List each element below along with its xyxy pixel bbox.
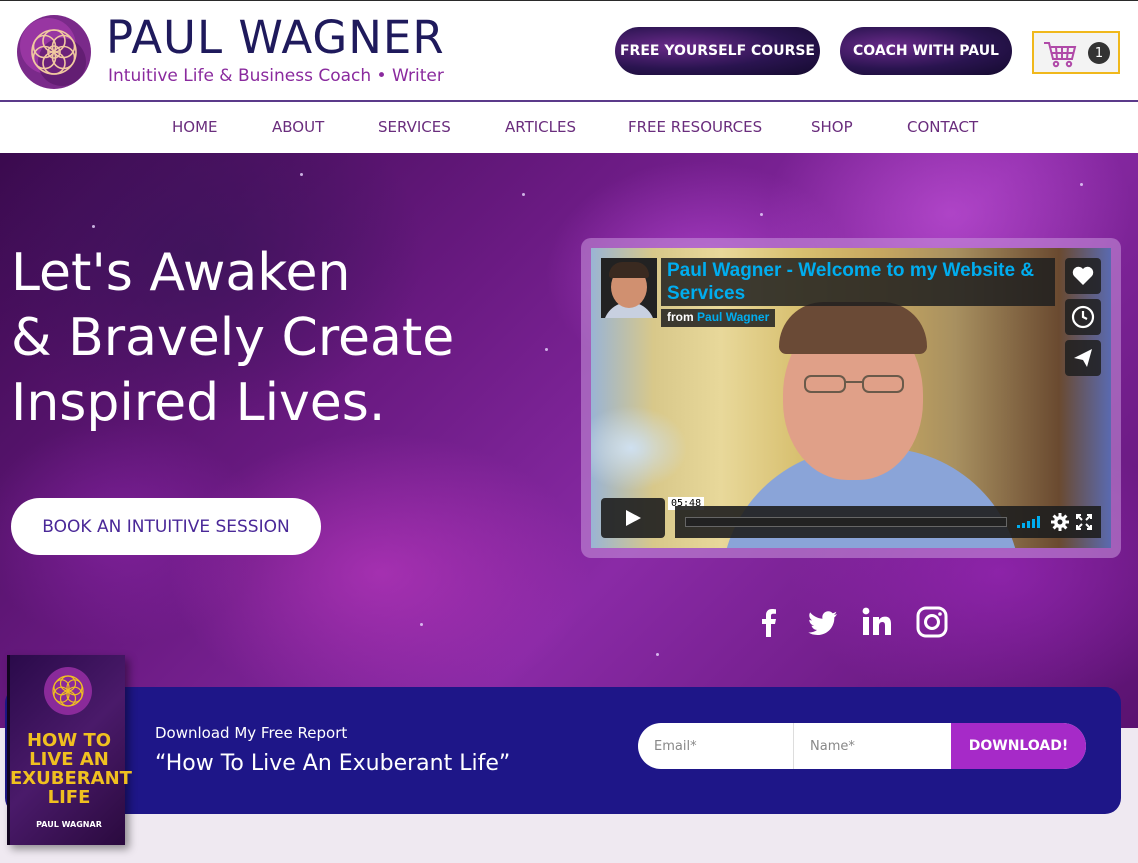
free-report-title: “How To Live An Exuberant Life” — [155, 751, 511, 776]
coach-with-paul-button[interactable]: COACH WITH PAUL — [840, 27, 1012, 75]
like-button[interactable] — [1065, 258, 1101, 294]
send-icon — [1074, 349, 1092, 367]
book-intuitive-session-button[interactable]: BOOK AN INTUITIVE SESSION — [11, 498, 321, 555]
nav-item-shop[interactable]: SHOP — [811, 118, 853, 136]
fullscreen-icon[interactable] — [1075, 513, 1093, 531]
book-author: PAUL WAGNAR — [36, 820, 102, 829]
book-cover: HOW TO LIVE AN EXUBERANT LIFE PAUL WAGNA… — [7, 655, 132, 845]
free-yourself-course-button[interactable]: FREE YOURSELF COURSE — [615, 27, 820, 75]
video-from-line: from Paul Wagner — [661, 309, 776, 327]
star — [760, 213, 763, 216]
video-author-avatar[interactable] — [601, 258, 657, 318]
twitter-icon[interactable] — [806, 605, 840, 639]
nav-item-home[interactable]: HOME — [172, 118, 218, 136]
book-title: HOW TO LIVE AN EXUBERANT LIFE — [10, 730, 132, 808]
heart-icon — [1072, 266, 1094, 285]
brand-name[interactable]: PAUL WAGNER — [106, 11, 445, 64]
star — [92, 225, 95, 228]
star — [1080, 183, 1083, 186]
volume-icon[interactable] — [1017, 516, 1041, 528]
site-header: PAUL WAGNER Intuitive Life & Business Co… — [0, 0, 1138, 102]
headline-line: & Bravely Create — [11, 308, 455, 368]
star — [522, 193, 525, 196]
video-progress-track[interactable] — [685, 517, 1007, 527]
mandala-logo-icon[interactable] — [14, 12, 94, 92]
nav-item-free-resources[interactable]: FREE RESOURCES — [628, 118, 762, 136]
settings-icon[interactable] — [1051, 513, 1069, 531]
cart-button[interactable]: 1 — [1032, 31, 1120, 74]
nav-item-about[interactable]: ABOUT — [272, 118, 324, 136]
video-person-hair — [779, 302, 927, 354]
play-icon — [626, 510, 641, 526]
hero-headline: Let's Awaken & Bravely Create Inspired L… — [11, 241, 551, 436]
star — [420, 623, 423, 626]
name-field[interactable] — [794, 723, 951, 769]
glasses-graphic — [804, 375, 904, 393]
nav-item-services[interactable]: SERVICES — [378, 118, 451, 136]
nav-item-contact[interactable]: CONTACT — [907, 118, 978, 136]
main-nav: HOME ABOUT SERVICES ARTICLES FREE RESOUR… — [0, 102, 1138, 153]
free-report-band: Download My Free Report “How To Live An … — [5, 687, 1121, 814]
mandala-logo-icon — [44, 667, 92, 715]
video-author-link[interactable]: Paul Wagner — [697, 310, 769, 324]
download-button[interactable]: DOWNLOAD! — [951, 723, 1086, 769]
video-frame: Paul Wagner - Welcome to my Website & Se… — [581, 238, 1121, 558]
brand-tagline: Intuitive Life & Business Coach • Writer — [108, 66, 444, 86]
video-control-bar — [675, 506, 1101, 538]
facebook-icon[interactable] — [752, 605, 786, 639]
instagram-icon[interactable] — [915, 605, 949, 639]
hero-section: Let's Awaken & Bravely Create Inspired L… — [0, 153, 1138, 728]
star — [656, 653, 659, 656]
video-from-prefix: from — [667, 310, 694, 324]
linkedin-icon[interactable] — [860, 605, 894, 639]
cart-count-badge: 1 — [1088, 42, 1110, 64]
free-report-label: Download My Free Report — [155, 724, 348, 742]
play-button[interactable] — [601, 498, 665, 538]
nav-item-articles[interactable]: ARTICLES — [505, 118, 576, 136]
video-player[interactable]: Paul Wagner - Welcome to my Website & Se… — [591, 248, 1111, 548]
share-button[interactable] — [1065, 340, 1101, 376]
video-title[interactable]: Paul Wagner - Welcome to my Website & Se… — [661, 258, 1055, 306]
headline-line: Inspired Lives. — [11, 373, 386, 433]
download-form: DOWNLOAD! — [638, 723, 1086, 769]
star — [300, 173, 303, 176]
shopping-cart-icon — [1044, 42, 1077, 68]
email-field[interactable] — [638, 723, 794, 769]
watch-later-button[interactable] — [1065, 299, 1101, 335]
clock-icon — [1071, 305, 1095, 329]
headline-line: Let's Awaken — [11, 243, 351, 303]
